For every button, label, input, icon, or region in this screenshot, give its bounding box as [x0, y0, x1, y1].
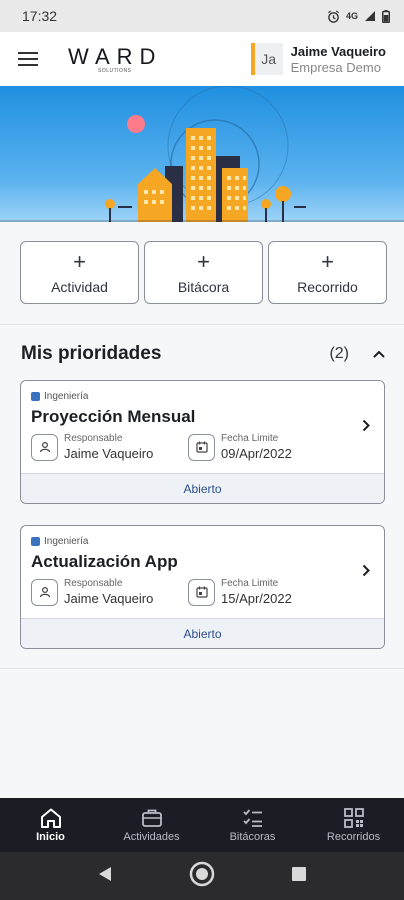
calendar-icon [188, 433, 215, 461]
due-date-label: Fecha Limite [221, 433, 279, 444]
responsable-label: Responsable [64, 578, 123, 589]
chevron-right-icon [362, 564, 370, 582]
hero-city-illustration [0, 86, 404, 222]
nav-inicio[interactable]: Inicio [0, 798, 101, 852]
hamburger-menu-icon [18, 52, 38, 66]
due-date-value: 15/Apr/2022 [221, 591, 292, 606]
nav-recorridos[interactable]: Recorridos [303, 798, 404, 852]
quick-actions: + Actividad + Bitácora + Recorrido [20, 241, 387, 304]
add-recorrido-button[interactable]: + Recorrido [268, 241, 387, 304]
home-icon [40, 808, 61, 828]
status-badge: Abierto [21, 473, 384, 503]
qr-code-icon [343, 807, 364, 828]
card-title: Actualización App [31, 552, 178, 571]
category-tag: Ingeniería [31, 536, 374, 547]
nav-label: Inicio [36, 830, 65, 843]
status-icons: 4G [327, 9, 390, 23]
back-triangle-icon [99, 866, 112, 881]
nav-bitacoras[interactable]: Bitácoras [202, 798, 303, 852]
nav-label: Recorridos [326, 830, 381, 843]
nav-label: Actividades [123, 830, 180, 843]
network-type: 4G [345, 11, 358, 21]
responsable-info: Responsable Jaime Vaqueiro [31, 578, 188, 606]
priorities-header: Mis prioridades (2) [21, 340, 387, 368]
due-date-label: Fecha Limite [221, 578, 279, 589]
city-illustration [0, 86, 404, 222]
category-color-icon [31, 537, 40, 546]
priority-card[interactable]: Ingeniería Actualización App Responsable… [20, 525, 385, 649]
alarm-icon [328, 9, 339, 23]
logo-subtext: SOLUTIONS [98, 68, 132, 74]
home-circle-icon [189, 861, 215, 886]
plus-icon: + [321, 248, 334, 274]
action-label: Actividad [51, 278, 108, 295]
person-icon [31, 578, 58, 606]
status-bar: 17:32 4G [0, 0, 404, 32]
menu-button[interactable] [0, 32, 56, 86]
nav-label: Bitácoras [229, 830, 276, 843]
calendar-icon [188, 578, 215, 606]
logo-text: WARD [68, 44, 163, 69]
user-name: Jaime Vaqueiro [290, 43, 386, 59]
signal-icon [365, 11, 375, 21]
battery-icon [382, 9, 390, 23]
system-back-button[interactable] [98, 866, 112, 887]
category-tag: Ingeniería [31, 391, 374, 402]
priority-card[interactable]: Ingeniería Proyección Mensual Responsabl… [20, 380, 385, 504]
bottom-navigation: Inicio Actividades Bitácoras Recorridos [0, 798, 404, 852]
collapse-toggle[interactable] [371, 346, 387, 362]
responsable-info: Responsable Jaime Vaqueiro [31, 433, 188, 461]
user-company: Empresa Demo [290, 59, 381, 75]
avatar: Ja [250, 43, 283, 75]
recents-square-icon [291, 866, 306, 881]
checklist-icon [242, 808, 262, 827]
divider [0, 324, 404, 325]
status-badge: Abierto [21, 618, 384, 648]
due-date-value: 09/Apr/2022 [221, 446, 292, 461]
category-color-icon [31, 392, 40, 401]
chevron-right-icon [362, 419, 370, 437]
responsable-value: Jaime Vaqueiro [64, 591, 154, 606]
briefcase-icon [141, 809, 162, 827]
responsable-value: Jaime Vaqueiro [64, 446, 154, 461]
category-label: Ingeniería [44, 536, 89, 547]
plus-icon: + [73, 248, 86, 274]
category-label: Ingeniería [44, 391, 89, 402]
divider [0, 668, 404, 669]
action-label: Recorrido [297, 278, 358, 295]
system-home-button[interactable] [189, 861, 215, 892]
app-header: WARD SOLUTIONS Ja Jaime Vaqueiro Empresa… [0, 32, 404, 86]
system-navigation-bar [0, 852, 404, 900]
due-date-info: Fecha Limite 09/Apr/2022 [188, 433, 345, 461]
system-recents-button[interactable] [291, 866, 306, 886]
action-label: Bitácora [177, 278, 230, 295]
section-title: Mis prioridades [21, 343, 162, 364]
chevron-up-icon [373, 350, 385, 358]
responsable-label: Responsable [64, 433, 123, 444]
plus-icon: + [197, 248, 210, 274]
user-profile[interactable]: Ja Jaime Vaqueiro Empresa Demo [250, 43, 404, 75]
card-title: Proyección Mensual [31, 407, 196, 426]
due-date-info: Fecha Limite 15/Apr/2022 [188, 578, 345, 606]
add-actividad-button[interactable]: + Actividad [20, 241, 139, 304]
nav-actividades[interactable]: Actividades [101, 798, 202, 852]
priorities-count: (2) [329, 345, 349, 362]
status-time: 17:32 [22, 8, 58, 24]
ward-logo: WARD SOLUTIONS [68, 44, 162, 74]
person-icon [31, 433, 58, 461]
add-bitacora-button[interactable]: + Bitácora [144, 241, 263, 304]
